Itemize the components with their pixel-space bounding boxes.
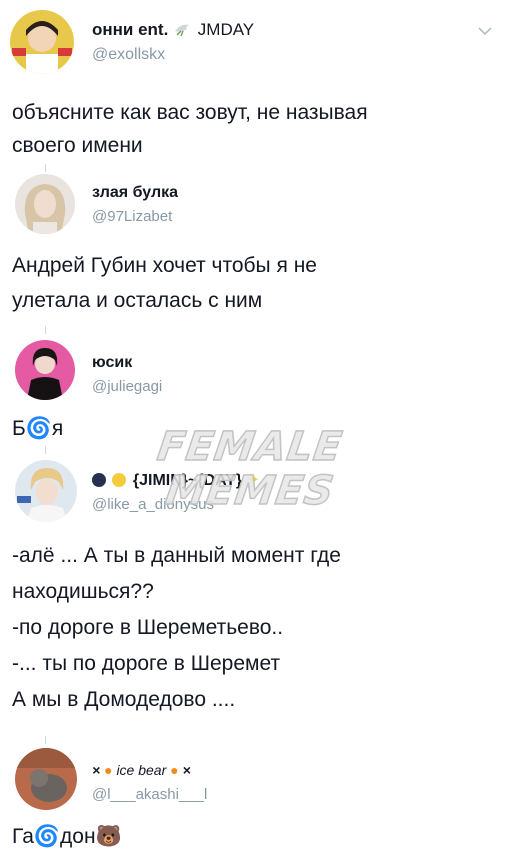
- watermark-line: FEMALE: [154, 423, 346, 471]
- display-name-text: онни ent.: [92, 20, 169, 39]
- cross-mark-icon: ×: [182, 762, 191, 778]
- avatar-image: [15, 748, 77, 810]
- watermark-line: MEMES: [162, 467, 338, 515]
- tweet-text: объясните как вас зовут, не называя свое…: [12, 101, 368, 157]
- dove-emoji-icon: [173, 21, 193, 37]
- tweet-text: -алё ... А ты в данный момент где находи…: [12, 544, 341, 711]
- thread-line: [45, 164, 46, 172]
- avatar[interactable]: [15, 460, 77, 522]
- avatar-image: [10, 10, 74, 74]
- thread-line: [45, 446, 46, 454]
- chevron-down-icon[interactable]: [478, 26, 492, 36]
- thread-line: [45, 326, 46, 334]
- avatar-image: [15, 340, 75, 400]
- tweet-text: Б🌀я: [12, 417, 64, 440]
- handle[interactable]: @l___akashi___l: [92, 786, 207, 803]
- reply-tweet: × ● ice bear ● × @l___akashi___l Га🌀дон🐻: [0, 744, 510, 859]
- watermark: FEMALE MEMES: [150, 423, 350, 535]
- thread-line: [45, 736, 46, 744]
- display-name[interactable]: × ● ice bear ● ×: [92, 762, 191, 778]
- display-name[interactable]: злая булка: [92, 184, 178, 202]
- avatar-image: [15, 460, 77, 522]
- dark-moon-emoji-icon: [92, 473, 106, 487]
- pumpkin-emoji-icon: ●: [170, 762, 179, 778]
- name-suffix: JMDAY: [197, 20, 255, 39]
- handle[interactable]: @97Lizabet: [92, 208, 172, 225]
- main-tweet: онни ent. JMDAY @exollskx объясните как …: [0, 0, 510, 160]
- tweet-text: Га🌀дон🐻: [12, 825, 122, 848]
- avatar[interactable]: [10, 10, 74, 74]
- avatar[interactable]: [15, 174, 75, 234]
- reply-tweet: злая булка @97Lizabet Андрей Губин хочет…: [0, 172, 510, 322]
- display-name-text: ice bear: [116, 762, 167, 778]
- cross-mark-icon: ×: [92, 762, 101, 778]
- handle[interactable]: @juliegagi: [92, 378, 162, 395]
- yellow-moon-emoji-icon: [112, 473, 127, 487]
- display-name[interactable]: онни ent. JMDAY: [92, 20, 254, 40]
- handle[interactable]: @exollskx: [92, 46, 165, 64]
- avatar[interactable]: [15, 340, 75, 400]
- avatar-image: [15, 174, 75, 234]
- pumpkin-emoji-icon: ●: [104, 762, 113, 778]
- avatar[interactable]: [15, 748, 77, 810]
- display-name[interactable]: юсик: [92, 354, 132, 372]
- tweet-text: Андрей Губин хочет чтобы я не улетала и …: [12, 254, 317, 312]
